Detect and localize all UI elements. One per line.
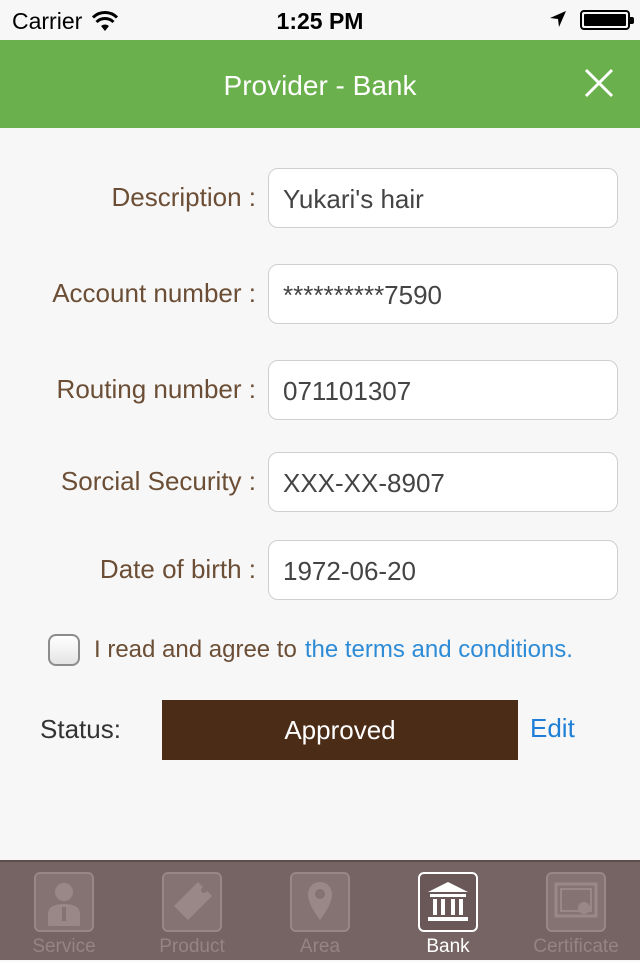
close-icon[interactable]	[578, 62, 620, 104]
tab-product-label: Product	[159, 936, 225, 957]
routing-number-field[interactable]: 071101307	[268, 360, 618, 420]
tab-area-label: Area	[299, 936, 341, 957]
tab-product[interactable]: Product	[128, 862, 256, 962]
status-label: Status:	[40, 714, 121, 744]
terms-link[interactable]: the terms and conditions.	[305, 636, 573, 664]
account-number-field[interactable]: **********7590	[268, 264, 618, 324]
date-of-birth-row: Date of birth : 1972-06-20	[0, 540, 640, 600]
certificate-icon	[546, 872, 606, 932]
bank-icon	[418, 872, 478, 932]
person-icon	[34, 872, 94, 932]
tab-certificate[interactable]: Certificate	[512, 862, 640, 962]
tab-bank[interactable]: Bank	[384, 862, 512, 962]
social-security-field[interactable]: XXX-XX-8907	[268, 452, 618, 512]
clock: 1:25 PM	[276, 8, 364, 34]
description-field[interactable]: Yukari's hair	[268, 168, 618, 228]
tab-certificate-label: Certificate	[533, 936, 619, 957]
description-label: Description :	[111, 182, 257, 212]
tab-area[interactable]: Area	[256, 862, 384, 962]
routing-number-label: Routing number :	[56, 374, 256, 404]
date-of-birth-field[interactable]: 1972-06-20	[268, 540, 618, 600]
tab-service[interactable]: Service	[0, 862, 128, 962]
account-number-label: Account number :	[52, 278, 256, 308]
account-number-row: Account number : **********7590	[0, 264, 640, 324]
location-arrow-icon	[550, 11, 566, 27]
tab-service-label: Service	[32, 936, 96, 957]
page-title: Provider - Bank	[223, 70, 417, 101]
battery-icon	[580, 10, 634, 30]
routing-number-row: Routing number : 071101307	[0, 360, 640, 420]
nav-bar: Provider - Bank	[0, 40, 640, 128]
terms-agreement: I read and agree to the terms and condit…	[48, 634, 573, 666]
edit-button[interactable]: Edit	[530, 713, 575, 744]
terms-checkbox[interactable]	[48, 634, 80, 666]
social-security-label: Sorcial Security :	[60, 466, 256, 496]
status-bar: Carrier 1:25 PM	[0, 0, 640, 40]
description-row: Description : Yukari's hair	[0, 168, 640, 228]
tab-bank-label: Bank	[426, 936, 470, 957]
tab-bar: Service Product Area Bank Certificate	[0, 860, 640, 960]
tag-icon	[162, 872, 222, 932]
social-security-row: Sorcial Security : XXX-XX-8907	[0, 452, 640, 512]
map-pin-icon	[290, 872, 350, 932]
status-badge: Approved	[162, 700, 518, 760]
terms-text: I read and agree to	[94, 636, 297, 663]
date-of-birth-label: Date of birth :	[99, 554, 256, 584]
